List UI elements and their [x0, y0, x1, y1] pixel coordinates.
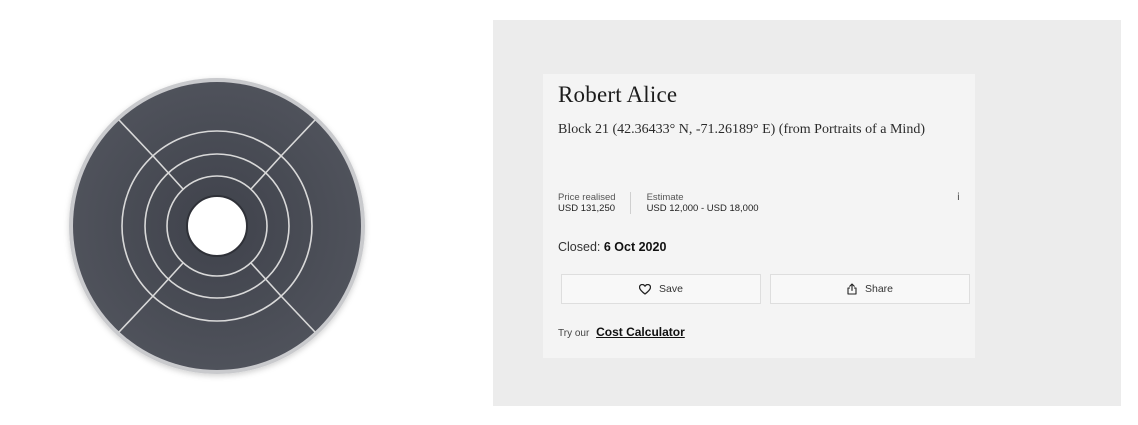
estimate-label: Estimate [646, 192, 684, 203]
closed-date-value: 6 Oct 2020 [603, 240, 667, 254]
price-realised-label: Price realised [558, 192, 616, 203]
info-icon[interactable]: i [957, 192, 960, 203]
price-realised-value: USD 131,250 [558, 203, 616, 214]
share-button[interactable]: Share [770, 274, 970, 304]
lot-details-card: Robert Alice Block 21 (42.36433° N, -71.… [543, 74, 975, 358]
price-summary: Price realised USD 131,250 Estimate USD … [558, 192, 759, 214]
lot-title: Block 21 (42.36433° N, -71.26189° E) (fr… [558, 122, 925, 137]
closed-label: Closed: [558, 240, 601, 254]
share-label: Share [864, 283, 894, 295]
artwork-image [69, 78, 365, 374]
share-icon [847, 283, 857, 295]
estimate-value: USD 12,000 - USD 18,000 [646, 203, 759, 214]
heart-icon [639, 283, 652, 295]
closed-date: Closed: 6 Oct 2020 [558, 240, 666, 254]
save-button[interactable]: Save [561, 274, 761, 304]
artist-name[interactable]: Robert Alice [558, 82, 677, 108]
save-label: Save [659, 283, 683, 295]
price-realised: Price realised USD 131,250 [558, 192, 630, 214]
estimate: Estimate USD 12,000 - USD 18,000 [629, 192, 759, 214]
cost-calculator-row: Try our Cost Calculator [558, 325, 685, 339]
try-our-label: Try our [558, 328, 590, 339]
cost-calculator-link[interactable]: Cost Calculator [596, 325, 685, 339]
